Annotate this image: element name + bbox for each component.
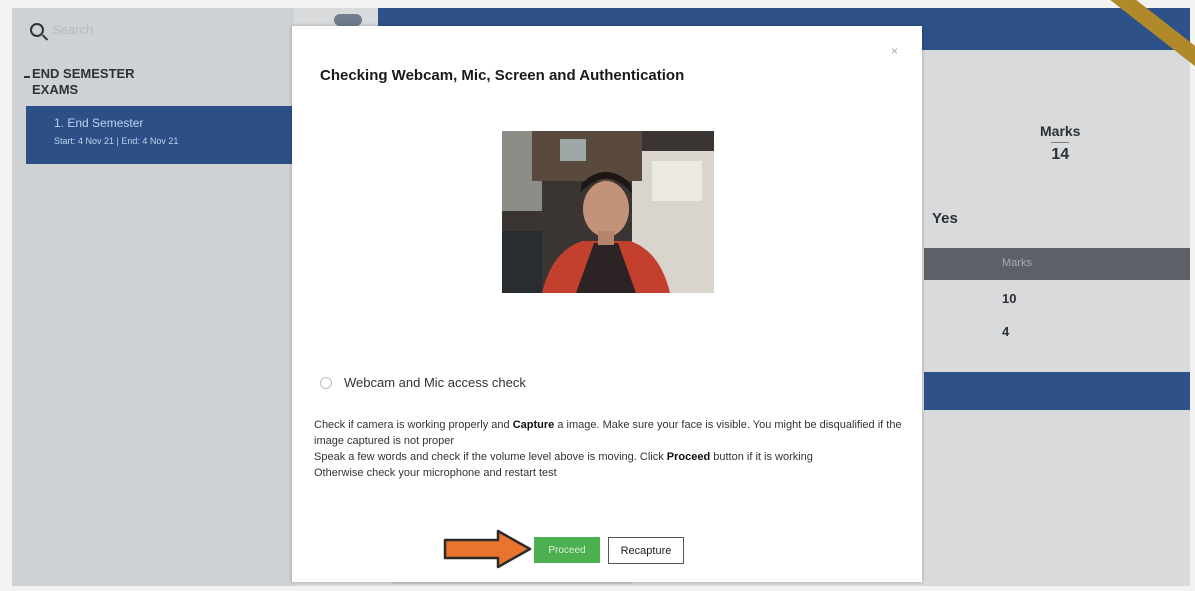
modal-title: Checking Webcam, Mic, Screen and Authent… bbox=[320, 67, 685, 84]
instruction-emphasis: Proceed bbox=[666, 451, 711, 463]
instruction-text: button if it is working bbox=[710, 451, 813, 463]
divider bbox=[1051, 142, 1070, 143]
close-icon[interactable]: × bbox=[891, 44, 898, 58]
section-bar bbox=[924, 372, 1190, 410]
yes-text: Yes bbox=[932, 210, 958, 227]
webcam-check-row[interactable]: Webcam and Mic access check bbox=[320, 375, 526, 390]
instruction-text: Otherwise check your microphone and rest… bbox=[314, 467, 557, 479]
search-placeholder: Search bbox=[52, 22, 94, 37]
webcam-preview bbox=[502, 131, 714, 293]
webcam-check-label: Webcam and Mic access check bbox=[344, 375, 526, 390]
table-cell: 4 bbox=[1002, 324, 1010, 339]
instruction-text: Speak a few words and check if the volum… bbox=[314, 451, 667, 463]
search-box[interactable]: Search bbox=[30, 22, 93, 37]
exam-item-name: 1. End Semester bbox=[54, 116, 144, 130]
exam-item-dates: Start: 4 Nov 21 | End: 4 Nov 21 bbox=[54, 136, 179, 146]
search-icon bbox=[30, 22, 44, 37]
instructions-text: Check if camera is working properly and … bbox=[314, 417, 904, 481]
proceed-button[interactable]: Proceed bbox=[534, 537, 600, 563]
table-cell: 10 bbox=[1002, 291, 1017, 306]
instruction-emphasis: Capture bbox=[512, 419, 555, 431]
marks-value: 14 bbox=[1051, 146, 1070, 163]
instruction-text: Check if camera is working properly and bbox=[314, 419, 513, 431]
marks-label: Marks bbox=[1040, 123, 1081, 139]
table-header: Marks bbox=[924, 248, 1190, 280]
exam-section-title[interactable]: END SEMESTER EXAMS bbox=[24, 66, 172, 98]
sidebar: Search END SEMESTER EXAMS 1. End Semeste… bbox=[12, 8, 294, 586]
webcam-feed-image bbox=[502, 131, 714, 293]
collapse-icon bbox=[24, 76, 30, 78]
check-status-radio[interactable] bbox=[320, 376, 332, 389]
sidebar-exam-item[interactable]: 1. End Semester Start: 4 Nov 21 | End: 4… bbox=[26, 106, 292, 164]
sidebar-toggle[interactable] bbox=[334, 14, 362, 26]
marks-summary: Marks 14 bbox=[1040, 123, 1080, 164]
check-modal: × Checking Webcam, Mic, Screen and Authe… bbox=[292, 26, 922, 582]
recapture-button[interactable]: Recapture bbox=[608, 537, 684, 564]
arrow-right-icon bbox=[443, 529, 532, 569]
